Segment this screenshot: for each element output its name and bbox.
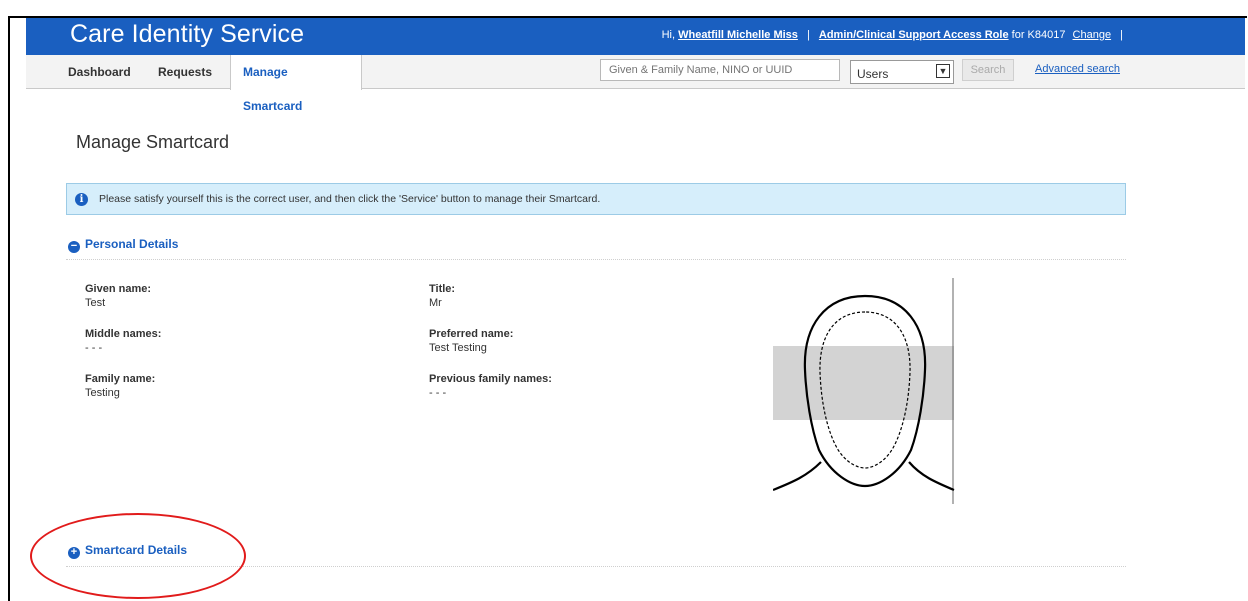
field-middle-names: Middle names: - - - <box>85 328 161 354</box>
user-info: Hi, Wheatfill Michelle Miss | Admin/Clin… <box>662 29 1129 41</box>
shoulder-left <box>772 461 822 492</box>
tab-requests[interactable]: Requests <box>146 55 224 89</box>
search-input[interactable] <box>600 59 840 81</box>
field-label: Middle names: <box>85 328 162 340</box>
field-family-name: Family name: Testing <box>85 373 155 399</box>
greeting: Hi, <box>661 29 676 41</box>
highlight-annotation <box>30 513 246 599</box>
field-preferred-name: Preferred name: Test Testing <box>429 328 513 354</box>
silhouette-placeholder-icon <box>772 278 955 504</box>
field-value: - - - <box>85 342 103 354</box>
advanced-search-link[interactable]: Advanced search <box>1035 63 1120 75</box>
field-value: Testing <box>85 387 120 399</box>
field-previous-family-names: Previous family names: - - - <box>429 373 552 399</box>
header-bar: Care Identity Service Hi, Wheatfill Mich… <box>26 18 1245 55</box>
change-role-link[interactable]: Change <box>1073 29 1112 41</box>
field-value: Test <box>85 297 106 309</box>
separator: | <box>806 29 810 41</box>
info-message: Please satisfy yourself this is the corr… <box>99 193 601 205</box>
search-type-value: Users <box>857 67 889 81</box>
tab-dashboard[interactable]: Dashboard <box>56 55 143 89</box>
field-label: Preferred name: <box>429 328 514 340</box>
role-org: for K84017 <box>1011 29 1066 41</box>
field-value: Test Testing <box>429 342 487 354</box>
nav-bar: Dashboard Requests Manage Smartcard User… <box>26 55 1245 113</box>
chevron-down-icon: ▼ <box>936 64 950 78</box>
field-value: Mr <box>429 297 442 309</box>
separator-end: | <box>1120 29 1123 41</box>
info-icon: i <box>75 193 88 206</box>
search-type-select[interactable]: Users ▼ <box>850 60 954 84</box>
app-title: Care Identity Service <box>70 20 305 48</box>
role-link[interactable]: Admin/Clinical Support Access Role <box>819 29 1009 41</box>
info-banner: i Please satisfy yourself this is the co… <box>66 183 1126 215</box>
field-label: Family name: <box>85 373 156 385</box>
field-given-name: Given name: Test <box>85 283 151 309</box>
field-label: Given name: <box>85 283 152 295</box>
personal-details-heading: Personal Details <box>85 237 179 251</box>
field-label: Previous family names: <box>429 373 552 385</box>
section-divider <box>66 259 1126 260</box>
photo-silhouette-svg <box>772 278 955 504</box>
tab-manage-smartcard[interactable]: Manage Smartcard <box>230 55 362 113</box>
page-title: Manage Smartcard <box>76 132 230 152</box>
shoulder-right <box>908 461 955 492</box>
field-title: Title: Mr <box>429 283 455 309</box>
search-button[interactable]: Search <box>962 59 1014 81</box>
personal-details-toggle[interactable]: − Personal Details <box>68 237 178 253</box>
user-name-link[interactable]: Wheatfill Michelle Miss <box>678 29 798 41</box>
window-frame <box>8 16 1247 601</box>
field-label: Title: <box>429 283 456 295</box>
eye-band <box>773 346 954 420</box>
minus-circle-icon: − <box>68 241 80 253</box>
field-value: - - - <box>429 387 447 399</box>
